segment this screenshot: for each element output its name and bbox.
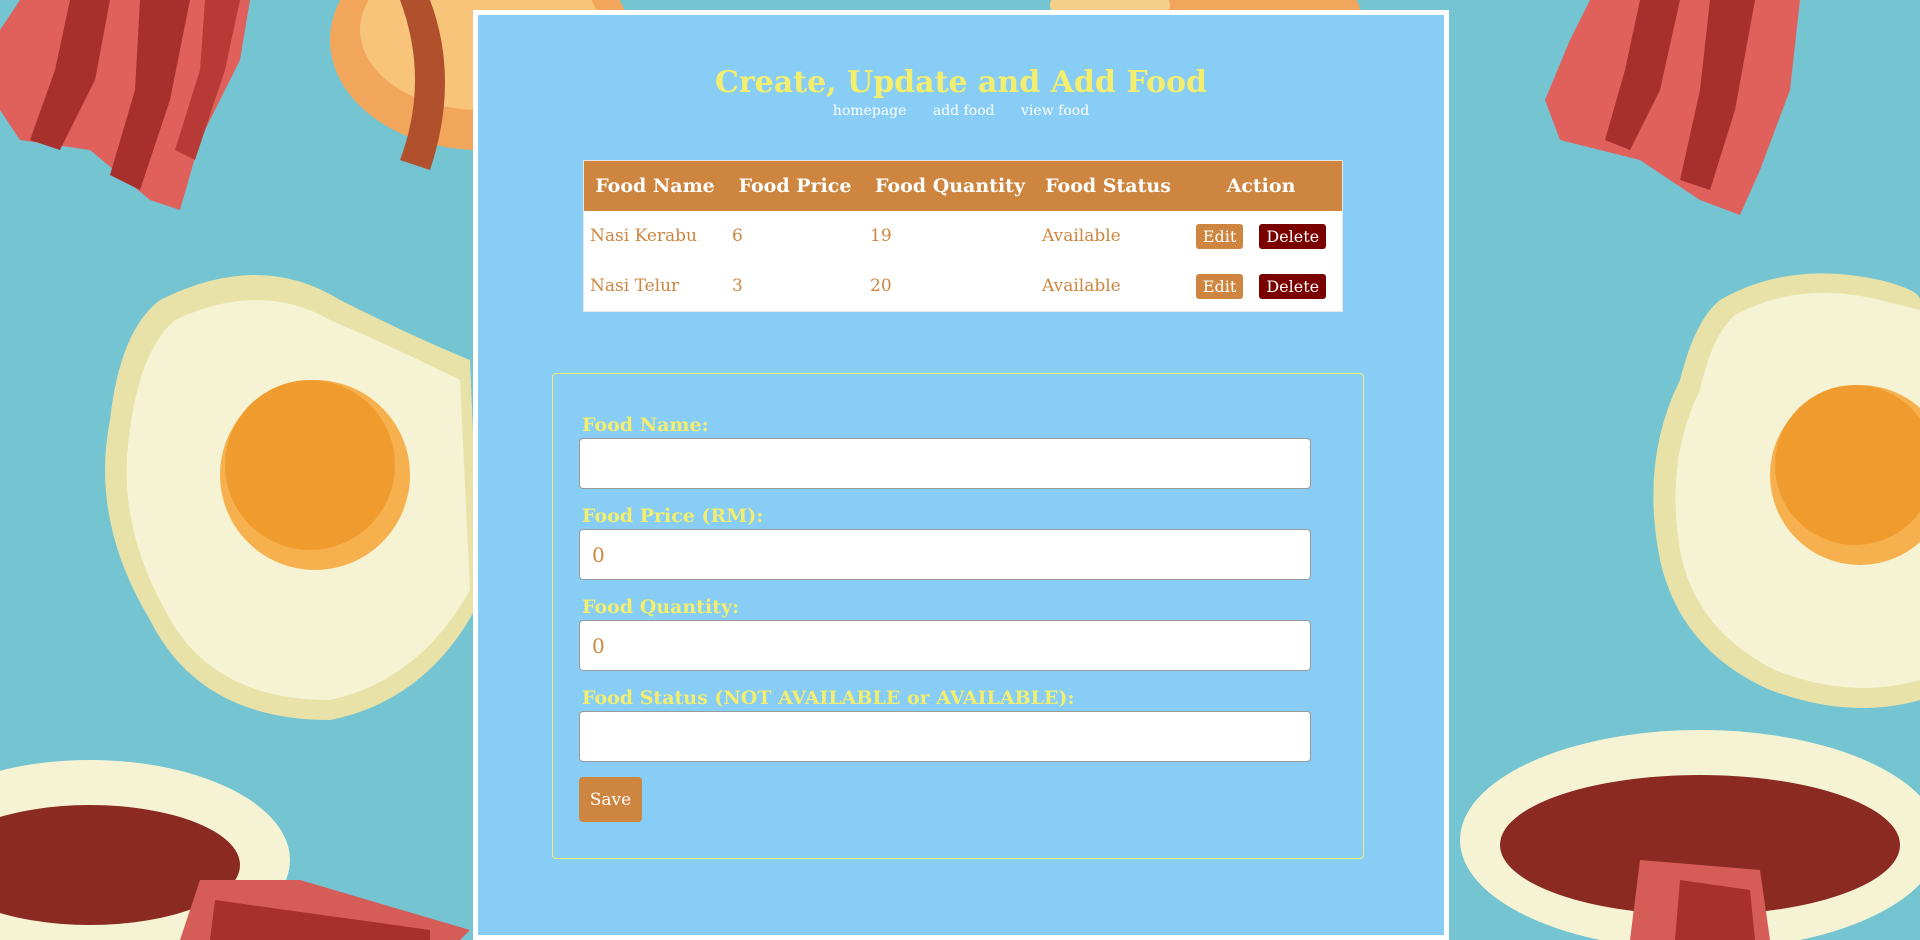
column-header-food-quantity: Food Quantity [864, 160, 1036, 211]
food-name-cell: Nasi Kerabu [590, 226, 697, 246]
food-quantity-input[interactable] [579, 620, 1311, 671]
fried-egg-image [1653, 273, 1920, 708]
nav-link-add-food[interactable]: add food [933, 103, 995, 119]
food-quantity-cell: 20 [870, 276, 892, 296]
bacon-strip-image [1545, 0, 1800, 215]
food-quantity-label: Food Quantity: [582, 596, 740, 618]
table-row: Nasi Kerabu 6 19 Available Edit Delete [584, 211, 1343, 261]
main-panel: Create, Update and Add Food homepage add… [473, 10, 1449, 940]
food-price-label: Food Price (RM): [582, 505, 764, 527]
column-header-food-name: Food Name [583, 160, 726, 211]
food-status-cell: Available [1042, 276, 1121, 296]
food-price-input[interactable] [579, 529, 1311, 580]
column-header-food-status: Food Status [1036, 160, 1180, 211]
action-cell: Edit Delete [1180, 261, 1343, 312]
edit-button[interactable]: Edit [1195, 223, 1244, 249]
save-button[interactable]: Save [579, 777, 642, 822]
food-table: Food Name Food Price Food Quantity Food … [583, 160, 1343, 312]
food-status-cell: Available [1042, 226, 1121, 246]
food-form: Food Name: Food Price (RM): Food Quantit… [552, 373, 1364, 859]
bacon-strip-image [1630, 860, 1770, 940]
fried-egg-image [105, 275, 480, 720]
column-header-food-price: Food Price [726, 160, 864, 211]
food-price-cell: 3 [732, 276, 743, 296]
nav-bar: homepage add food view food [478, 103, 1444, 119]
bacon-strip-image [180, 880, 470, 940]
food-status-label: Food Status (NOT AVAILABLE or AVAILABLE)… [582, 687, 1075, 709]
edit-button[interactable]: Edit [1195, 273, 1244, 299]
delete-button[interactable]: Delete [1259, 273, 1327, 299]
table-header-row: Food Name Food Price Food Quantity Food … [583, 160, 1343, 211]
bacon-strip-image [0, 0, 250, 210]
food-status-input[interactable] [579, 711, 1311, 762]
food-quantity-cell: 19 [870, 226, 892, 246]
food-price-cell: 6 [732, 226, 743, 246]
action-cell: Edit Delete [1180, 211, 1343, 261]
food-name-input[interactable] [579, 438, 1311, 489]
column-header-action: Action [1180, 160, 1343, 211]
page-title: Create, Update and Add Food [715, 65, 1207, 100]
food-name-cell: Nasi Telur [590, 276, 680, 296]
nav-link-view-food[interactable]: view food [1021, 103, 1089, 119]
delete-button[interactable]: Delete [1259, 223, 1327, 249]
food-name-label: Food Name: [582, 414, 709, 436]
nav-link-homepage[interactable]: homepage [833, 103, 907, 119]
table-row: Nasi Telur 3 20 Available Edit Delete [584, 261, 1343, 312]
